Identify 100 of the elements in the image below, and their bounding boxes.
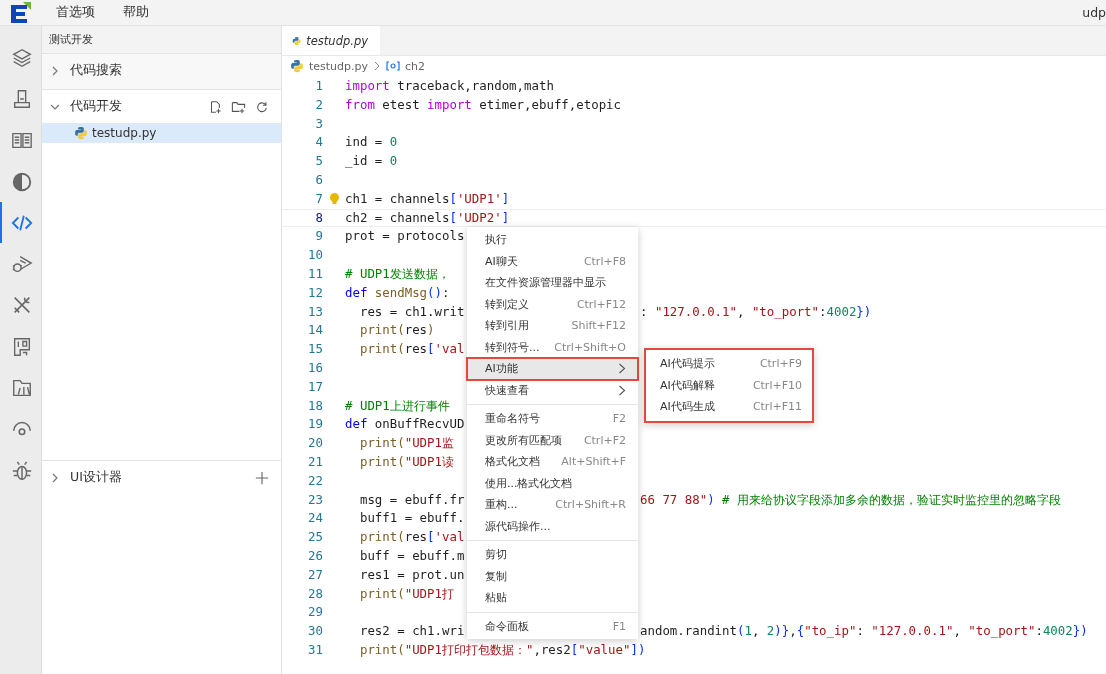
line-number: 2 <box>314 95 323 114</box>
menu-item[interactable]: 使用...格式化文档 <box>467 472 638 494</box>
code-text: from etest import etimer,ebuff,etopic <box>345 95 622 114</box>
line-number: 8 <box>314 208 323 227</box>
line-number: 24 <box>307 509 323 528</box>
line-number: 27 <box>307 565 323 584</box>
code-text: : "127.0.0.1", "to_port":4002}) <box>640 302 872 321</box>
menu-item[interactable]: 更改所有匹配项 Ctrl+F2 <box>467 429 638 451</box>
folder-icon <box>10 377 33 399</box>
line-number: 29 <box>307 603 323 622</box>
sidebar-title: 测试开发 <box>42 26 281 53</box>
code-text: msg = ebuff.fr <box>358 490 465 509</box>
code-text: ch2 = channels['UDP2'] <box>345 208 510 227</box>
code-text: andom.randint(1, 2)},{"to_ip": "127.0.0.1", "to_port":4002}) <box>640 622 1088 641</box>
menu-item[interactable]: 重构... Ctrl+Shift+R <box>467 494 638 516</box>
code-text: 66 77 88") # 用来给协议字段添加多余的数据，验证实时监控里的忽略字段 <box>640 490 1061 509</box>
file-type-icon <box>74 126 88 140</box>
menu-item[interactable]: AI代码生成 Ctrl+F11 <box>646 396 812 418</box>
menu-item[interactable]: 格式化文档 Alt+Shift+F <box>467 451 638 473</box>
line-number: 9 <box>314 227 323 246</box>
chevron-icon <box>373 61 382 71</box>
menu-item[interactable]: 首选项 <box>42 4 109 21</box>
code-text: res2 = ch1.wri <box>358 622 465 641</box>
logo-icon <box>9 1 33 24</box>
code-text: res = ch1.writ <box>358 302 465 321</box>
refresh-icon <box>255 99 269 114</box>
line-number: 11 <box>307 264 323 283</box>
line-number: 10 <box>307 246 323 265</box>
code-text: print("UDP1打印打包数据：",res2["value"]) <box>358 640 646 659</box>
line-number: 23 <box>307 490 323 509</box>
line-number: 21 <box>307 452 323 471</box>
code-text: buff = ebuff.m <box>358 546 465 565</box>
window-title: udp <box>1082 5 1106 20</box>
plus-icon <box>255 470 269 485</box>
line-number: 17 <box>307 377 323 396</box>
menu-item[interactable]: 执行 <box>467 229 638 251</box>
menu-item[interactable]: 在文件资源管理器中显示 <box>467 272 638 294</box>
code-text: print(res['val <box>358 340 465 359</box>
code-text: def sendMsg(): <box>345 283 450 302</box>
code-text: # UDP1发送数据， <box>345 264 450 283</box>
menu-item[interactable]: AI功能 <box>467 358 638 380</box>
line-number: 12 <box>307 283 323 302</box>
menu-item[interactable]: 复制 <box>467 565 638 587</box>
new-folder-icon <box>231 99 246 114</box>
line-number: 3 <box>314 114 323 133</box>
code-text: def onBuffRecvUD <box>345 415 465 434</box>
menu-item[interactable]: 转到符号... Ctrl+Shift+O <box>467 336 638 358</box>
menu-item[interactable]: 帮助 <box>109 4 163 21</box>
line-number: 22 <box>307 471 323 490</box>
line-number: 18 <box>307 396 323 415</box>
line-number: 1 <box>314 77 323 95</box>
line-number: 30 <box>307 622 323 641</box>
line-number: 6 <box>314 171 323 189</box>
menu-item[interactable]: 粘贴 <box>467 587 638 609</box>
menu-item[interactable]: 剪切 <box>467 544 638 566</box>
line-number: 7 <box>314 189 323 208</box>
code-text: print("UDP1打 <box>358 584 454 603</box>
section-header[interactable]: UI设计器 <box>70 469 245 486</box>
line-number: 25 <box>307 528 323 547</box>
code-text: print("UDP1监 <box>358 434 454 453</box>
line-number: 16 <box>307 358 323 377</box>
menu-item[interactable]: 重命名符号 F2 <box>467 408 638 430</box>
line-number: 20 <box>307 434 323 453</box>
line-number: 4 <box>314 133 323 152</box>
code-text: ind = 0 <box>345 133 398 152</box>
editor-tab[interactable]: testudp.py <box>282 26 380 55</box>
breadcrumb-item[interactable]: ch2 <box>405 59 426 73</box>
file-type-icon <box>290 59 304 73</box>
code-text: print(res) <box>358 321 435 340</box>
menu-item[interactable]: 转到引用 Shift+F12 <box>467 315 638 337</box>
contrast-icon <box>10 170 33 193</box>
menu-item[interactable]: AI代码解释 Ctrl+F10 <box>646 374 812 396</box>
chevron-icon[interactable] <box>50 65 60 76</box>
bug-icon <box>10 459 33 482</box>
menu-item[interactable]: 转到定义 Ctrl+F12 <box>467 293 638 315</box>
line-number: 28 <box>307 584 323 603</box>
file-item[interactable]: testudp.py <box>42 123 281 143</box>
breadcrumb-item[interactable]: testudp.py <box>309 59 369 73</box>
code-text: _id = 0 <box>345 152 398 171</box>
menu-item[interactable]: AI聊天 Ctrl+F8 <box>467 250 638 272</box>
code-text: print("UDP1读 <box>358 452 454 471</box>
line-number: 26 <box>307 546 323 565</box>
code-text: buff1 = ebuff. <box>358 509 465 528</box>
code-text: print(res['val <box>358 528 465 547</box>
line-number: 31 <box>307 640 323 659</box>
variable-icon <box>386 61 401 71</box>
menu-item[interactable]: 命令面板 F1 <box>467 615 638 637</box>
menu-item[interactable]: AI代码提示 Ctrl+F9 <box>646 353 812 375</box>
new-file-icon <box>208 99 222 114</box>
line-number: 13 <box>307 302 323 321</box>
chevron-icon[interactable] <box>50 472 60 483</box>
layers-icon <box>10 46 33 69</box>
section-header[interactable]: 代码开发 <box>70 98 198 115</box>
line-number: 15 <box>307 340 323 359</box>
menu-item[interactable]: 源代码操作... <box>467 515 638 537</box>
menu-item[interactable]: 快速查看 <box>467 379 638 401</box>
line-number: 19 <box>307 415 323 434</box>
code-text: res1 = prot.un <box>358 565 465 584</box>
line-number: 5 <box>314 152 323 171</box>
code-text: import traceback,random,math <box>345 77 554 95</box>
